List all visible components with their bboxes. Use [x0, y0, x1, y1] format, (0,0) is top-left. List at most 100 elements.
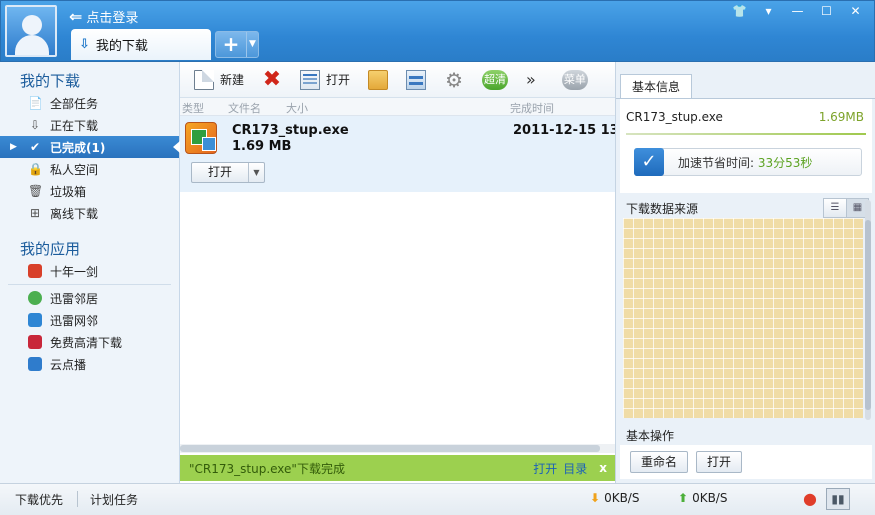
settings-button[interactable]: ⚙	[444, 70, 464, 90]
scrollbar-thumb[interactable]	[865, 220, 871, 410]
divider	[8, 284, 171, 285]
open-button[interactable]: 打开	[300, 69, 351, 90]
task-open-button[interactable]: 打开 ▼	[191, 162, 265, 183]
tab-my-downloads[interactable]: ⇩ 我的下载	[71, 29, 211, 60]
add-tab-button[interactable]: + ▼	[215, 31, 259, 58]
sidebar-item-label: 正在下载	[50, 118, 99, 133]
data-source-grid	[623, 218, 863, 418]
details-panel: 基本信息 CR173_stup.exe 1.69MB ✓ 加速节省时间: 33分…	[615, 62, 875, 483]
open-button-label: 打开	[326, 73, 351, 87]
rename-button[interactable]: 重命名	[630, 451, 689, 473]
menu-dropdown-icon[interactable]: ▾	[754, 2, 783, 20]
sidebar-item-private-space[interactable]: 🔒 私人空间	[0, 158, 179, 180]
detail-filename: CR173_stup.exe	[626, 110, 723, 124]
download-priority-button[interactable]: 下载优先	[15, 491, 63, 508]
task-open-label: 打开	[207, 165, 232, 179]
sidebar-section-apps: 我的应用	[20, 240, 81, 258]
more-icon[interactable]: »	[526, 70, 536, 89]
new-task-button[interactable]: 新建	[194, 69, 244, 90]
maximize-button[interactable]: ☐	[812, 2, 841, 20]
delete-button[interactable]: ✖	[262, 68, 282, 90]
plus-icon: +	[222, 32, 240, 56]
sidebar-app-cloud-play[interactable]: 云点播	[0, 353, 179, 375]
scheduled-tasks-button[interactable]: 计划任务	[90, 491, 138, 508]
file-info-box: CR173_stup.exe 1.69MB ✓ 加速节省时间: 33分53秒	[620, 99, 872, 193]
task-list: CR173_stup.exe 1.69 MB 2011-12-15 13:5 打…	[180, 116, 633, 444]
view-toggle: ☰ ▦	[823, 198, 869, 218]
download-speed-icon: ⬇	[590, 491, 601, 505]
list-view-icon[interactable]: ☰	[824, 199, 846, 217]
sidebar-app-xunlei-network[interactable]: 迅雷网邻	[0, 309, 179, 331]
gear-icon: ⚙	[445, 67, 463, 92]
download-speed-value: 0KB/S	[604, 491, 640, 505]
speedup-label: 加速节省时间:	[678, 155, 755, 170]
divider	[77, 491, 78, 507]
notification-folder-link[interactable]: 目录	[563, 460, 587, 477]
download-complete-bar: "CR173_stup.exe"下载完成 打开 目录 x	[180, 455, 615, 481]
sidebar-app-xunlei-neighbor[interactable]: 迅雷邻居	[0, 287, 179, 309]
upload-speed-value: 0KB/S	[692, 491, 728, 505]
sidebar-item-label: 全部任务	[50, 96, 99, 111]
avatar[interactable]	[5, 5, 57, 57]
sidebar-item-trash[interactable]: 🗑 垃圾箱	[0, 180, 179, 202]
sidebar-app-shinian-yijian[interactable]: 十年一剑	[0, 260, 179, 282]
open-folder-button[interactable]	[368, 69, 389, 90]
download-icon: ⇩	[79, 37, 90, 52]
minimize-button[interactable]: —	[783, 2, 812, 20]
view-list-button[interactable]	[406, 69, 427, 90]
sidebar-app-label: 迅雷网邻	[50, 313, 99, 328]
sword-icon	[28, 264, 42, 278]
sidebar-item-label: 已完成(1)	[50, 140, 106, 155]
avatar-body-icon	[15, 35, 49, 55]
chevron-down-icon[interactable]: ▼	[248, 163, 264, 182]
data-source-heading: 下载数据来源	[626, 202, 699, 216]
close-icon[interactable]: x	[599, 461, 607, 475]
check-icon: ✔	[29, 140, 41, 154]
bar-chart-icon[interactable]: ▮▮	[826, 488, 850, 510]
sidebar-item-offline-download[interactable]: ⊞ 离线下载	[0, 202, 179, 224]
upload-speed: ⬆ 0KB/S	[678, 491, 727, 505]
offline-icon: ⊞	[29, 206, 41, 220]
sidebar-item-label: 私人空间	[50, 162, 99, 177]
download-speed: ⬇ 0KB/S	[590, 491, 639, 505]
add-tab-dropdown[interactable]: ▼	[246, 32, 258, 57]
scrollbar-thumb[interactable]	[180, 445, 600, 452]
exe-file-icon	[185, 122, 217, 154]
horizontal-scrollbar[interactable]	[180, 444, 615, 453]
column-filename[interactable]: 文件名	[228, 100, 261, 116]
sidebar-item-all-tasks[interactable]: 📄 全部任务	[0, 92, 179, 114]
download-arrow-icon: ⇩	[29, 118, 41, 132]
super-clean-icon: 超清	[482, 69, 509, 90]
notification-open-link[interactable]: 打开	[533, 460, 557, 477]
title-bar: ⇐ 点击登录 ⇩ 我的下载 + ▼ 👕 ▾ — ☐ ✕	[0, 0, 875, 62]
sidebar-app-hd-download[interactable]: 免费高清下载	[0, 331, 179, 353]
main-menu-button[interactable]: 菜单	[561, 69, 588, 90]
trash-icon: 🗑	[28, 184, 44, 198]
vertical-scrollbar[interactable]	[865, 200, 871, 420]
avatar-head-icon	[22, 15, 42, 35]
notification-message: "CR173_stup.exe"下载完成	[189, 461, 345, 476]
column-size[interactable]: 大小	[286, 100, 308, 116]
sidebar: 我的下载 📄 全部任务 ⇩ 正在下载 ▶ ✔ 已完成(1) 🔒 私人空间 🗑 垃…	[0, 62, 180, 483]
sidebar-item-downloading[interactable]: ⇩ 正在下载	[0, 114, 179, 136]
tab-basic-info[interactable]: 基本信息	[620, 74, 692, 99]
location-pin-icon[interactable]: ●	[803, 489, 817, 508]
document-icon: 📄	[28, 96, 43, 110]
column-type[interactable]: 类型	[182, 100, 204, 116]
sidebar-item-completed[interactable]: ▶ ✔ 已完成(1)	[0, 136, 180, 158]
super-clean-button[interactable]: 超清	[482, 69, 509, 90]
folder-icon	[368, 69, 389, 90]
task-row[interactable]: CR173_stup.exe 1.69 MB 2011-12-15 13:5 打…	[180, 116, 633, 192]
basic-ops-heading: 基本操作	[626, 429, 675, 443]
sidebar-section-downloads: 我的下载	[20, 72, 81, 90]
close-button[interactable]: ✕	[841, 2, 870, 20]
open-file-button[interactable]: 打开	[696, 451, 743, 473]
login-link[interactable]: ⇐ 点击登录	[69, 7, 138, 26]
network-icon	[28, 313, 42, 327]
speedup-text: 加速节省时间: 33分53秒	[678, 154, 812, 171]
skin-icon[interactable]: 👕	[725, 2, 754, 20]
column-completed-time[interactable]: 完成时间	[510, 100, 554, 116]
play-icon	[28, 357, 42, 371]
sidebar-app-label: 云点播	[50, 357, 87, 372]
lock-icon: 🔒	[28, 162, 43, 176]
